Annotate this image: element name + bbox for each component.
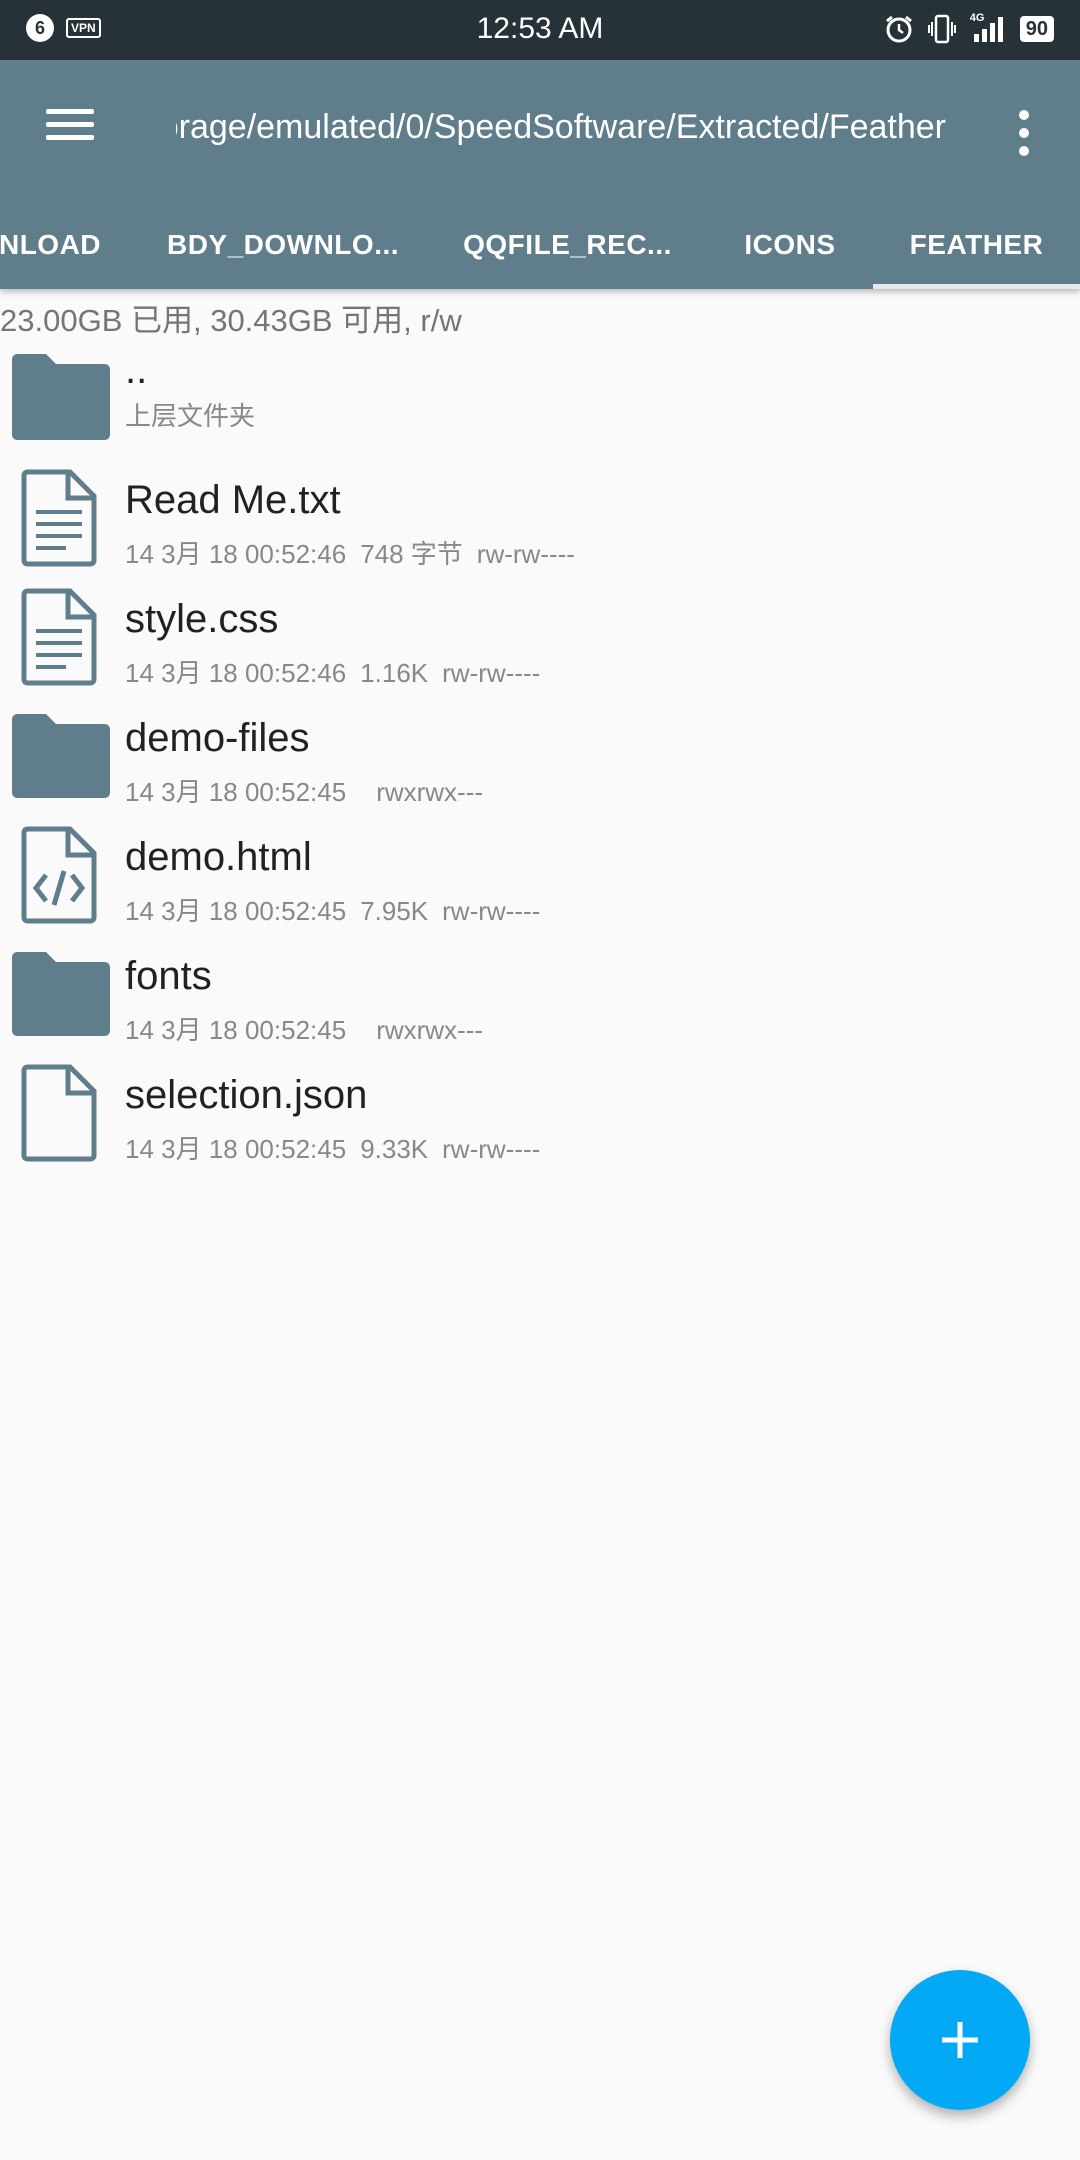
more-options-icon[interactable] [1010,108,1040,158]
file-size: 1.16K [360,658,429,688]
file-name: Read Me.txt [125,478,341,522]
list-item-folder[interactable]: fonts 14 3月 18 00:52:45 rwxrwx--- [0,934,1080,1052]
file-date: 14 3月 18 00:52:45 [125,777,347,807]
file-permissions: rwxrwx--- [376,1015,484,1045]
tab-download[interactable]: NLOAD [0,200,110,289]
plus-icon [942,2022,978,2058]
list-item-file[interactable]: selection.json 14 3月 18 00:52:45 9.33K rw-… [0,1053,1080,1171]
vibrate-icon [927,14,956,44]
file-date: 14 3月 18 00:52:46 [125,539,347,569]
tab-bdy-download[interactable]: BDY_DOWNLO... [158,200,408,289]
add-button[interactable] [890,1970,1030,2110]
folder-icon [12,354,110,440]
file-name: fonts [125,954,212,998]
file-meta: 14 3月 18 00:52:46 748 字节 rw-rw---- [125,534,575,571]
text-file-icon [21,469,97,567]
file-permissions: rwxrwx--- [376,777,484,807]
storage-info: 23.00GB 已用, 30.43GB 可用, r/w [0,303,462,338]
list-item-parent-folder[interactable]: .. 上层文件夹 [0,340,1080,458]
path-text: /storage/emulated/0/SpeedSoftware/Extrac… [176,108,946,146]
tab-feather[interactable]: FEATHER [873,200,1080,289]
alarm-icon [885,15,912,43]
battery-icon: 90 [1019,16,1054,42]
list-item-file[interactable]: style.css 14 3月 18 00:52:46 1.16K rw-rw---… [0,577,1080,695]
file-date: 14 3月 18 00:52:45 [125,1134,347,1164]
file-name: style.css [125,597,279,641]
file-name: selection.json [125,1073,368,1117]
file-meta: 14 3月 18 00:52:45 9.33K rw-rw---- [125,1129,540,1166]
path-breadcrumb[interactable]: /storage/emulated/0/SpeedSoftware/Extrac… [176,108,946,152]
list-item-file[interactable]: Read Me.txt 14 3月 18 00:52:46 748 字节 rw-rw… [0,458,1080,576]
list-item-file[interactable]: demo.html 14 3月 18 00:52:45 7.95K rw-rw---… [0,815,1080,933]
menu-icon[interactable] [40,105,100,145]
file-name: .. [125,348,148,392]
file-meta: 14 3月 18 00:52:45 rwxrwx--- [125,772,483,809]
file-meta: 14 3月 18 00:52:45 7.95K rw-rw---- [125,891,540,928]
code-file-icon [21,826,97,924]
folder-icon [12,952,110,1036]
status-right: 4G 90 [884,12,1054,44]
tab-qqfile-recv[interactable]: QQFILE_REC... [460,200,675,289]
file-size: 7.95K [360,896,429,926]
app-toolbar: /storage/emulated/0/SpeedSoftware/Extrac… [0,60,1080,289]
file-permissions: rw-rw---- [442,1134,541,1164]
file-name: demo-files [125,716,310,760]
file-permissions: rw-rw---- [476,539,575,569]
file-date: 14 3月 18 00:52:46 [125,658,347,688]
file-date: 14 3月 18 00:52:45 [125,1015,347,1045]
file-size: 9.33K [360,1134,429,1164]
signal-icon: 4G [970,12,1006,44]
file-meta: 14 3月 18 00:52:46 1.16K rw-rw---- [125,653,540,690]
file-meta: 上层文件夹 [125,401,256,431]
file-permissions: rw-rw---- [442,896,541,926]
blank-file-icon [21,1064,97,1162]
tab-icons[interactable]: ICONS [720,200,860,289]
file-meta: 14 3月 18 00:52:45 rwxrwx--- [125,1010,483,1047]
file-permissions: rw-rw---- [442,658,541,688]
file-name: demo.html [125,835,312,879]
folder-icon [12,714,110,798]
folder-tabs: NLOAD BDY_DOWNLO... QQFILE_REC... ICONS … [0,200,1080,289]
list-item-folder[interactable]: demo-files 14 3月 18 00:52:45 rwxrwx--- [0,696,1080,814]
status-bar: 6 VPN 12:53 AM 4G 90 [0,0,1080,60]
text-file-icon [21,588,97,686]
file-date: 14 3月 18 00:52:45 [125,896,347,926]
file-size: 748 字节 [360,539,463,569]
